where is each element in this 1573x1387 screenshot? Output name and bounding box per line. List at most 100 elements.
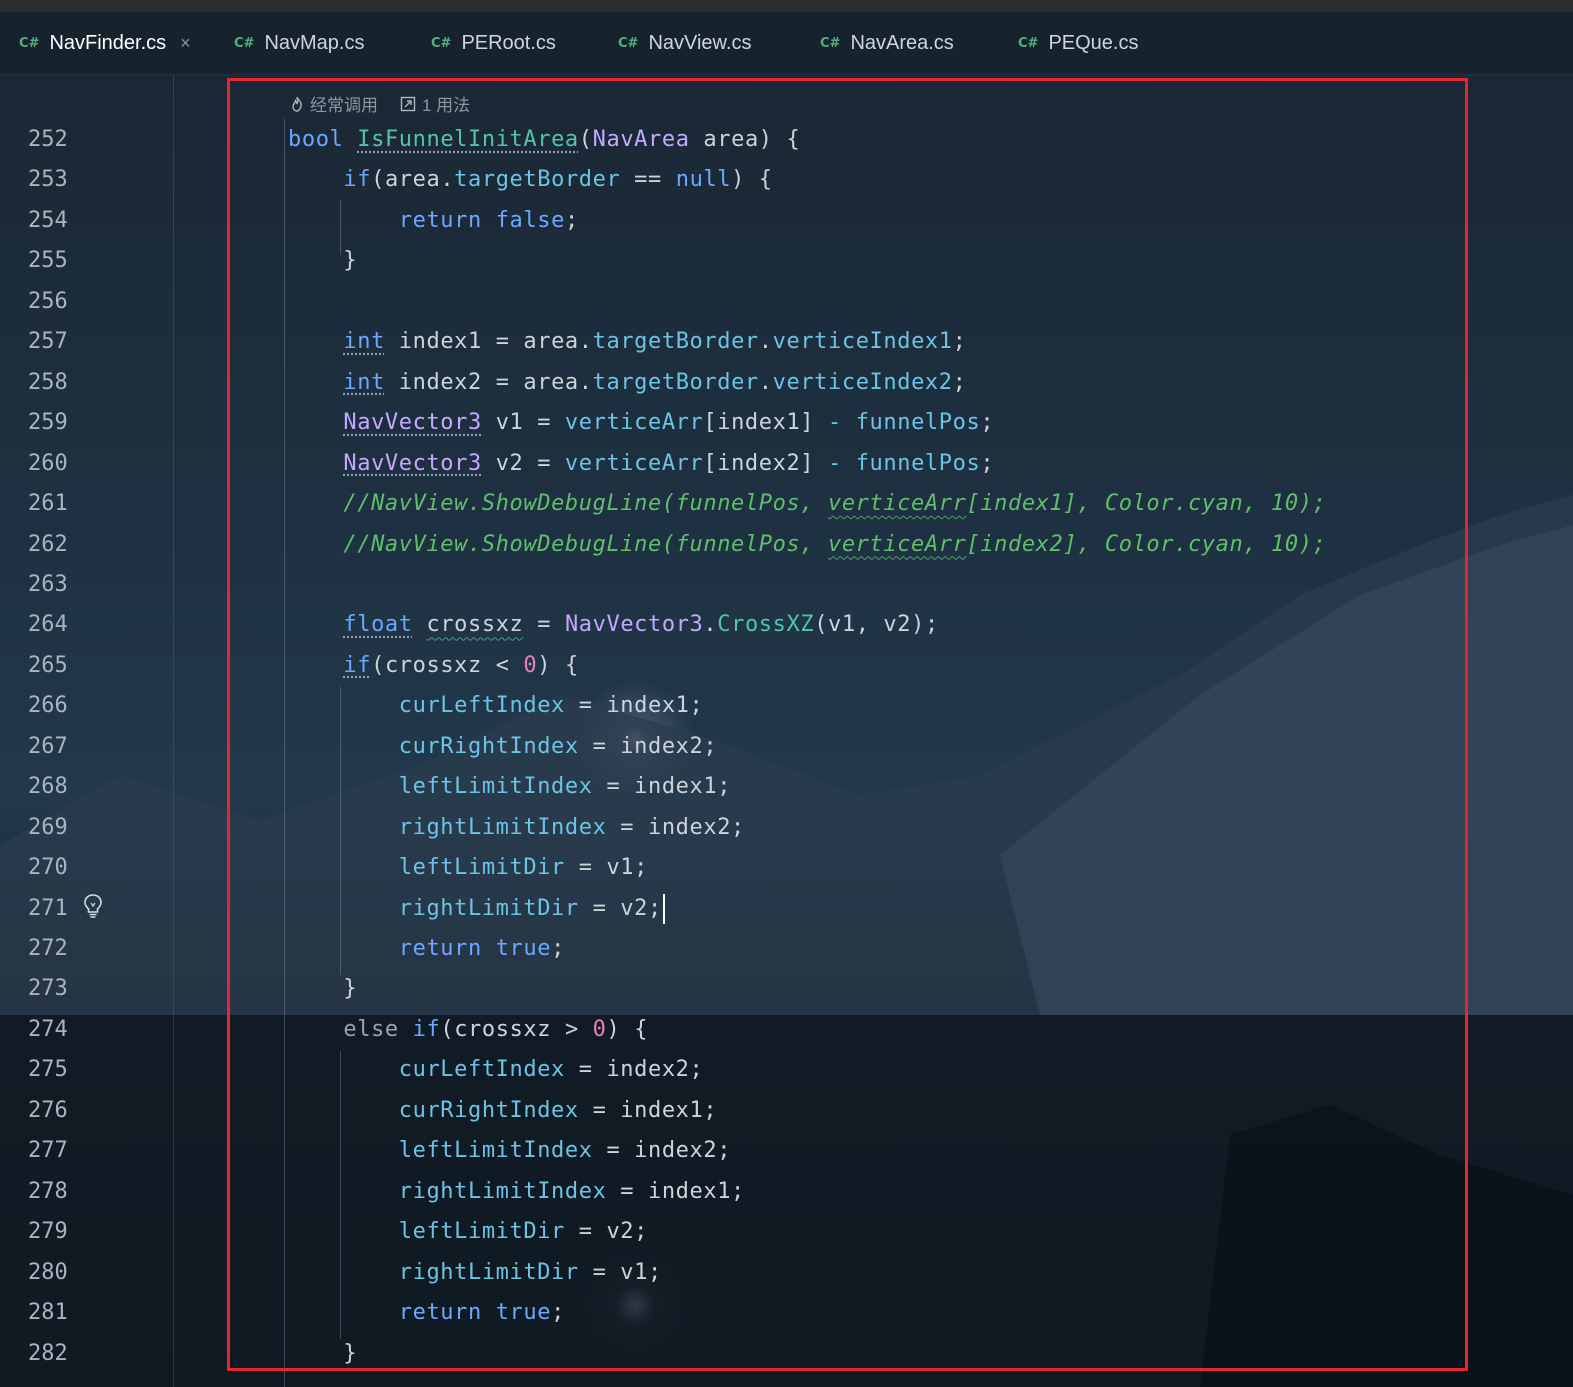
code-vision-hints: 经常调用 1 用法 [290, 91, 492, 116]
code-text: } [288, 248, 358, 274]
code-line[interactable]: 264 float crossxz = NavVector3.CrossXZ(v… [0, 605, 1573, 645]
tab-peque[interactable]: C# PEQue.cs [1018, 12, 1138, 74]
tab-label: NavMap.cs [264, 31, 365, 54]
tab-peroot[interactable]: C# PERoot.cs [431, 12, 556, 74]
line-number[interactable]: 270 [28, 848, 88, 888]
line-number[interactable]: 278 [28, 1172, 88, 1212]
line-number[interactable]: 282 [28, 1334, 88, 1374]
code-line[interactable]: 282 } [0, 1334, 1573, 1374]
code-text: curLeftIndex = index2; [398, 1057, 704, 1083]
code-text: leftLimitDir = v2; [398, 1219, 648, 1245]
line-number[interactable]: 266 [28, 686, 88, 726]
line-number[interactable]: 277 [28, 1131, 88, 1171]
code-line[interactable]: 276 curRightIndex = index1; [0, 1091, 1573, 1131]
line-number[interactable]: 259 [28, 403, 88, 443]
code-text: //NavView.ShowDebugLine(funnelPos, verti… [343, 531, 1327, 557]
code-line[interactable]: 272 return true; [0, 929, 1573, 969]
code-text: else if(crossxz > 0) { [343, 1016, 649, 1042]
line-number[interactable]: 252 [28, 120, 88, 160]
code-line[interactable]: 271 rightLimitDir = v2; [0, 889, 1573, 929]
editor-tab-bar: C# NavFinder.cs × C# NavMap.cs C# PERoot… [0, 12, 1573, 86]
code-text: return true; [398, 1300, 565, 1326]
code-line[interactable]: 261 //NavView.ShowDebugLine(funnelPos, v… [0, 484, 1573, 524]
code-line[interactable]: 269 rightLimitIndex = index2; [0, 808, 1573, 848]
code-line[interactable]: 254 return false; [0, 201, 1573, 241]
line-number[interactable]: 280 [28, 1253, 88, 1293]
tab-navmap[interactable]: C# NavMap.cs [234, 12, 364, 74]
code-line[interactable]: 270 leftLimitDir = v1; [0, 848, 1573, 888]
code-line[interactable]: 274 else if(crossxz > 0) { [0, 1010, 1573, 1050]
code-line[interactable]: 279 leftLimitDir = v2; [0, 1212, 1573, 1252]
line-number[interactable]: 269 [28, 808, 88, 848]
line-number[interactable]: 263 [28, 565, 88, 605]
code-text: float crossxz = NavVector3.CrossXZ(v1, v… [343, 612, 939, 638]
code-text: curRightIndex = index2; [398, 733, 718, 759]
close-icon[interactable]: × [180, 33, 191, 54]
line-number[interactable]: 258 [28, 363, 88, 403]
code-line[interactable]: 257 int index1 = area.targetBorder.verti… [0, 322, 1573, 362]
line-number[interactable]: 254 [28, 201, 88, 241]
code-line[interactable]: 253 if(area.targetBorder == null) { [0, 160, 1573, 200]
line-number[interactable]: 281 [28, 1293, 88, 1333]
tab-navarea[interactable]: C# NavArea.cs [820, 12, 954, 74]
code-line[interactable]: 273 } [0, 969, 1573, 1009]
tab-label: NavFinder.cs [49, 31, 167, 54]
hint-label: 经常调用 [310, 96, 378, 115]
line-number[interactable]: 260 [28, 444, 88, 484]
code-line[interactable]: 259 NavVector3 v1 = verticeArr[index1] -… [0, 403, 1573, 443]
line-number[interactable]: 271 [28, 889, 88, 929]
code-text: bool IsFunnelInitArea(NavArea area) { [288, 127, 801, 152]
line-number[interactable]: 257 [28, 322, 88, 362]
lightbulb-icon[interactable] [82, 893, 104, 919]
code-text: //NavView.ShowDebugLine(funnelPos, verti… [343, 491, 1327, 517]
frequent-call-hint[interactable]: 经常调用 [290, 91, 378, 116]
line-number[interactable]: 253 [28, 160, 88, 200]
flame-icon [292, 96, 302, 112]
code-line[interactable]: 268 leftLimitIndex = index1; [0, 767, 1573, 807]
tab-label: NavView.cs [648, 31, 752, 54]
code-line[interactable]: 258 int index2 = area.targetBorder.verti… [0, 363, 1573, 403]
code-text: } [288, 976, 358, 1002]
code-text: leftLimitIndex = index2; [398, 1138, 732, 1164]
code-line[interactable]: 267 curRightIndex = index2; [0, 727, 1573, 767]
line-number[interactable]: 273 [28, 969, 88, 1009]
code-line[interactable]: 275 curLeftIndex = index2; [0, 1050, 1573, 1090]
code-line[interactable]: 262 //NavView.ShowDebugLine(funnelPos, v… [0, 525, 1573, 565]
code-line[interactable]: 260 NavVector3 v2 = verticeArr[index2] -… [0, 444, 1573, 484]
code-line[interactable]: 255 } [0, 241, 1573, 281]
line-number[interactable]: 279 [28, 1212, 88, 1252]
code-line[interactable]: 263 [0, 565, 1573, 605]
usages-hint[interactable]: 1 用法 [400, 91, 470, 116]
code-line[interactable]: 281 return true; [0, 1293, 1573, 1333]
tab-navfinder[interactable]: C# NavFinder.cs × [19, 12, 191, 74]
tab-label: PEQue.cs [1048, 31, 1139, 54]
line-number[interactable]: 267 [28, 727, 88, 767]
line-number[interactable]: 275 [28, 1050, 88, 1090]
line-number[interactable]: 261 [28, 484, 88, 524]
code-line[interactable]: 265 if(crossxz < 0) { [0, 646, 1573, 686]
code-editor[interactable]: 经常调用 1 用法 252 bool IsFunnelInitArea(NavAr… [0, 75, 1573, 1387]
code-line[interactable]: 252 bool IsFunnelInitArea(NavArea area) { [0, 120, 1573, 160]
line-number[interactable]: 255 [28, 241, 88, 281]
line-number[interactable]: 264 [28, 605, 88, 645]
line-number[interactable]: 272 [28, 929, 88, 969]
line-number[interactable]: 274 [28, 1010, 88, 1050]
line-number[interactable]: 276 [28, 1091, 88, 1131]
line-number[interactable]: 265 [28, 646, 88, 686]
tab-navview[interactable]: C# NavView.cs [618, 12, 751, 74]
code-line[interactable]: 266 curLeftIndex = index1; [0, 686, 1573, 726]
code-line[interactable]: 256 [0, 282, 1573, 322]
code-line[interactable]: 280 rightLimitDir = v1; [0, 1253, 1573, 1293]
csharp-file-icon: C# [1018, 35, 1039, 51]
code-text: if(area.targetBorder == null) { [343, 167, 773, 193]
code-text: rightLimitDir = v2; [288, 889, 665, 929]
csharp-file-icon: C# [431, 35, 452, 51]
code-text: NavVector3 v2 = verticeArr[index2] - fun… [343, 450, 995, 476]
code-text: leftLimitIndex = index1; [398, 774, 732, 800]
code-line[interactable]: 278 rightLimitIndex = index1; [0, 1172, 1573, 1212]
line-number[interactable]: 262 [28, 525, 88, 565]
line-number[interactable]: 256 [28, 282, 88, 322]
code-line[interactable]: 277 leftLimitIndex = index2; [0, 1131, 1573, 1171]
tab-label: NavArea.cs [850, 31, 954, 54]
line-number[interactable]: 268 [28, 767, 88, 807]
